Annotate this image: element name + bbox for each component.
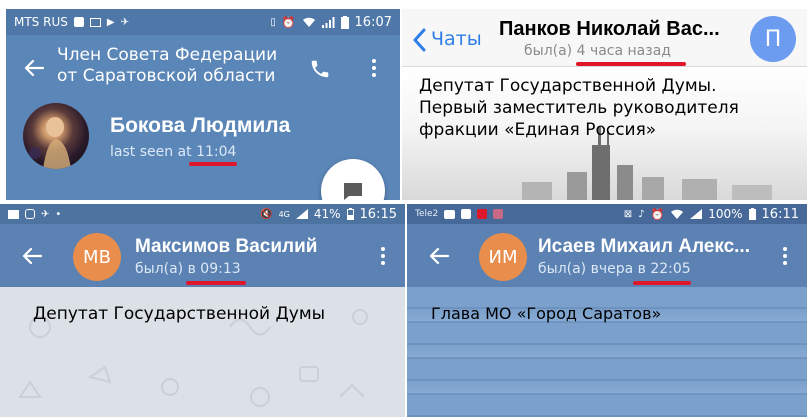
caption: Депутат Государственной Думы: [33, 304, 326, 324]
back-arrow-icon[interactable]: [429, 247, 449, 265]
wifi-icon: [302, 17, 315, 27]
network-label: 4G: [278, 209, 290, 219]
panel-bokova: MTS RUS ▶ ✈ ▯ ⏰ 16:07 Член Совета Федера…: [6, 9, 400, 200]
mute-icon: ♪: [638, 208, 645, 220]
last-seen-prefix: был(а) вчера в: [538, 261, 651, 277]
caption-line-1: Депутат Государственной Думы.: [419, 76, 717, 96]
battery-icon: [340, 15, 349, 29]
red-underline: [186, 281, 246, 285]
contact-name: Бокова Людмила: [110, 114, 291, 137]
alarm-icon: ⏰: [650, 207, 665, 221]
telegram-icon: ✈: [41, 208, 50, 220]
last-seen-prefix: last seen at: [110, 144, 197, 160]
battery-icon: [748, 208, 756, 220]
avatar[interactable]: [23, 103, 89, 169]
battery-percent: 100%: [708, 207, 743, 221]
caption: Депутат Государственной Думы. Первый зам…: [419, 75, 739, 141]
caption-line-3: фракции «Единая Россия»: [419, 120, 657, 140]
status-bar: ✈ • 🔇 4G 41% 16:15: [0, 204, 405, 224]
nfc-icon: ⊠: [623, 208, 633, 220]
status-bar: Tele2 ⊠ ♪ ⏰ 100% 16:11: [407, 204, 807, 224]
chat-fab-icon: [344, 183, 362, 200]
last-seen: last seen at 11:04: [110, 144, 236, 160]
telegram-icon: ✈: [120, 16, 129, 28]
vk-icon: [461, 209, 472, 219]
more-vert-icon[interactable]: [381, 247, 385, 265]
avatar-initial: П: [764, 26, 782, 52]
mail-icon: [477, 209, 488, 219]
panel-isaev: Tele2 ⊠ ♪ ⏰ 100% 16:11 ИМ Исаев Михаил А…: [407, 204, 807, 417]
avatar-initials: ИМ: [488, 246, 518, 268]
back-arrow-icon[interactable]: [22, 247, 42, 265]
more-vert-icon[interactable]: [372, 59, 376, 77]
avatar-initials: МВ: [83, 246, 111, 268]
last-seen-time: 09:13: [200, 261, 241, 277]
phone-icon[interactable]: [309, 58, 331, 80]
caption: Глава МО «Город Саратов»: [431, 304, 662, 323]
more-vert-icon[interactable]: [783, 247, 787, 265]
header-title-line-1: Член Совета Федерации: [57, 45, 278, 65]
last-seen-prefix: был(а): [524, 43, 577, 59]
signal-icon: [321, 16, 335, 28]
vibrate-icon: ▯: [270, 16, 276, 28]
wifi-icon: [671, 209, 684, 219]
carrier-label: MTS RUS: [14, 15, 68, 29]
carrier-label: Tele2: [415, 209, 439, 219]
last-seen-time: 4 часа назад: [576, 43, 671, 59]
contact-name: Исаев Михаил Алекс...: [538, 236, 750, 257]
contact-name: Максимов Василий: [135, 236, 318, 257]
alarm-icon: ⏰: [281, 15, 296, 29]
chat-fab-button[interactable]: [321, 159, 385, 200]
header-title-line-2: от Саратовской области: [57, 66, 276, 86]
image-icon: [89, 17, 101, 27]
contact-name: Панков Николай Вас...: [499, 18, 720, 40]
avatar-photo: [29, 117, 71, 169]
avatar[interactable]: ИМ: [479, 233, 527, 281]
avatar[interactable]: МВ: [73, 233, 121, 281]
panel-pankov: Чаты Панков Николай Вас... был(а) 4 часа…: [402, 9, 807, 200]
battery-percent: 41%: [313, 207, 341, 221]
mute-icon: 🔇: [260, 208, 273, 220]
back-arrow-icon[interactable]: [24, 59, 44, 77]
last-seen: был(а) в 09:13: [135, 261, 241, 277]
last-seen: был(а) 4 часа назад: [524, 43, 671, 59]
notification-icon: [493, 209, 504, 219]
panel-maksimov: ✈ • 🔇 4G 41% 16:15 МВ Максимов Василий б…: [0, 204, 405, 417]
status-time: 16:07: [354, 14, 392, 30]
message-icon: [8, 209, 19, 219]
facebook-icon: [73, 17, 84, 27]
play-icon: ▶: [106, 16, 115, 28]
status-time: 16:11: [761, 206, 799, 222]
signal-icon: [295, 209, 308, 219]
back-label[interactable]: Чаты: [431, 28, 482, 50]
red-underline: [576, 62, 686, 66]
instagram-icon: [25, 209, 35, 219]
red-underline: [189, 162, 237, 166]
caption-line-2: Первый заместитель руководителя: [419, 98, 739, 118]
avatar[interactable]: П: [750, 16, 796, 62]
last-seen-prefix: был(а) в: [135, 261, 201, 277]
battery-icon: [346, 208, 354, 220]
header-title: Член Совета Федерации от Саратовской обл…: [57, 45, 277, 87]
red-underline: [633, 281, 691, 285]
last-seen: был(а) вчера в 22:05: [538, 261, 691, 277]
more-dots-icon: •: [55, 208, 62, 220]
status-time: 16:15: [359, 206, 397, 222]
message-icon: [444, 209, 456, 219]
last-seen-time: 11:04: [196, 144, 237, 160]
signal-icon: [690, 209, 703, 219]
status-bar: MTS RUS ▶ ✈ ▯ ⏰ 16:07: [6, 9, 400, 35]
last-seen-time: 22:05: [650, 261, 691, 277]
back-chevron-icon[interactable]: [412, 28, 426, 52]
